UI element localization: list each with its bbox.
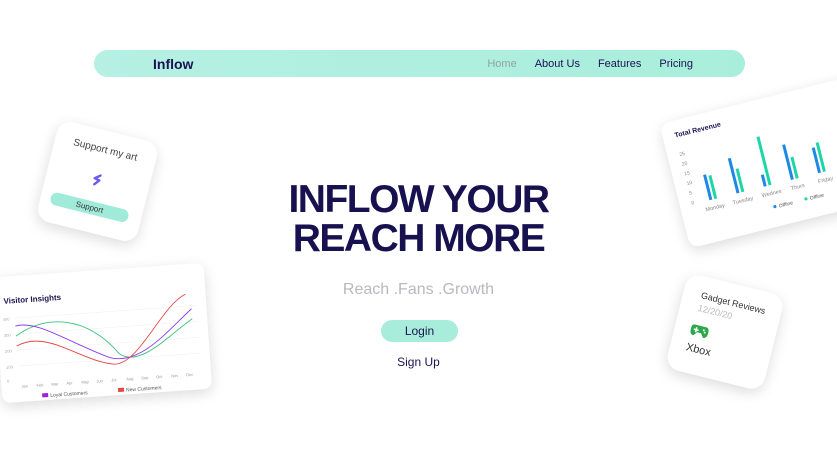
vis-ytick: 0 [7,379,10,384]
brand-logo[interactable]: Inflow [153,56,193,72]
rev-day-label: Thurs [790,183,805,192]
nav-home[interactable]: Home [487,58,516,70]
rev-day-label: Friday [818,176,835,186]
vis-legend-swatch [117,387,125,393]
support-card-title: Support my art [72,137,139,164]
vis-month: Aug [126,376,133,381]
rev-ytick: 20 [681,161,688,168]
rev-ytick: 25 [679,151,686,158]
rev-bar-online [760,174,767,187]
vis-month: Dec [186,372,193,377]
support-logo-icon [93,174,102,186]
gamepad-icon [690,324,709,338]
vis-month: Apr [66,380,73,385]
vis-ytick: 200 [5,348,13,354]
vis-month: Jan [21,383,28,388]
vis-legend-swatch [42,392,49,398]
nav-pricing[interactable]: Pricing [659,58,693,70]
rev-legend-dot [773,205,777,209]
login-button[interactable]: Login [381,320,458,342]
vis-ytick: 300 [4,332,12,338]
navbar: Inflow Home About Us Features Pricing [94,50,745,77]
nav-links: Home About Us Features Pricing [487,58,693,70]
support-button[interactable]: Support [49,191,130,224]
gadget-name: Xbox [684,341,712,359]
vis-month: Oct [156,374,163,379]
vis-line-unique [15,318,193,358]
vis-line-loyal [15,308,192,360]
rev-ytick: 5 [689,190,693,197]
visitor-chart: 400 300 200 100 0 Jan Feb Mar Apr May Ju… [3,293,200,399]
vis-month: Sep [141,375,149,381]
vis-ytick: 400 [3,316,11,322]
rev-legend-label: Offline [778,200,794,209]
rev-day-label: Tuesday [732,196,754,207]
vis-ytick: 100 [6,364,14,370]
rev-legend-dot [804,197,808,201]
vis-month: Feb [36,382,44,388]
rev-legend-label: Offline [809,192,825,201]
rev-ytick: 15 [684,170,691,177]
rev-ytick: 10 [686,180,693,187]
visitor-insights-card: Visitor Insights 400 300 200 100 0 Jan F… [0,262,213,404]
rev-day-label: Wednes [761,189,782,200]
nav-features[interactable]: Features [598,58,641,70]
rev-ytick: 0 [691,200,695,207]
vis-month: Jul [111,377,117,382]
vis-legend-label: New Customers [126,385,162,394]
vis-month: Jun [96,378,103,383]
vis-legend-label: Loyal Customers [50,390,88,399]
vis-month: Mar [51,381,59,387]
rev-day-label: Monday [705,203,726,214]
vis-month: May [81,379,89,385]
nav-about-us[interactable]: About Us [535,58,580,70]
vis-month: Nov [171,373,178,378]
